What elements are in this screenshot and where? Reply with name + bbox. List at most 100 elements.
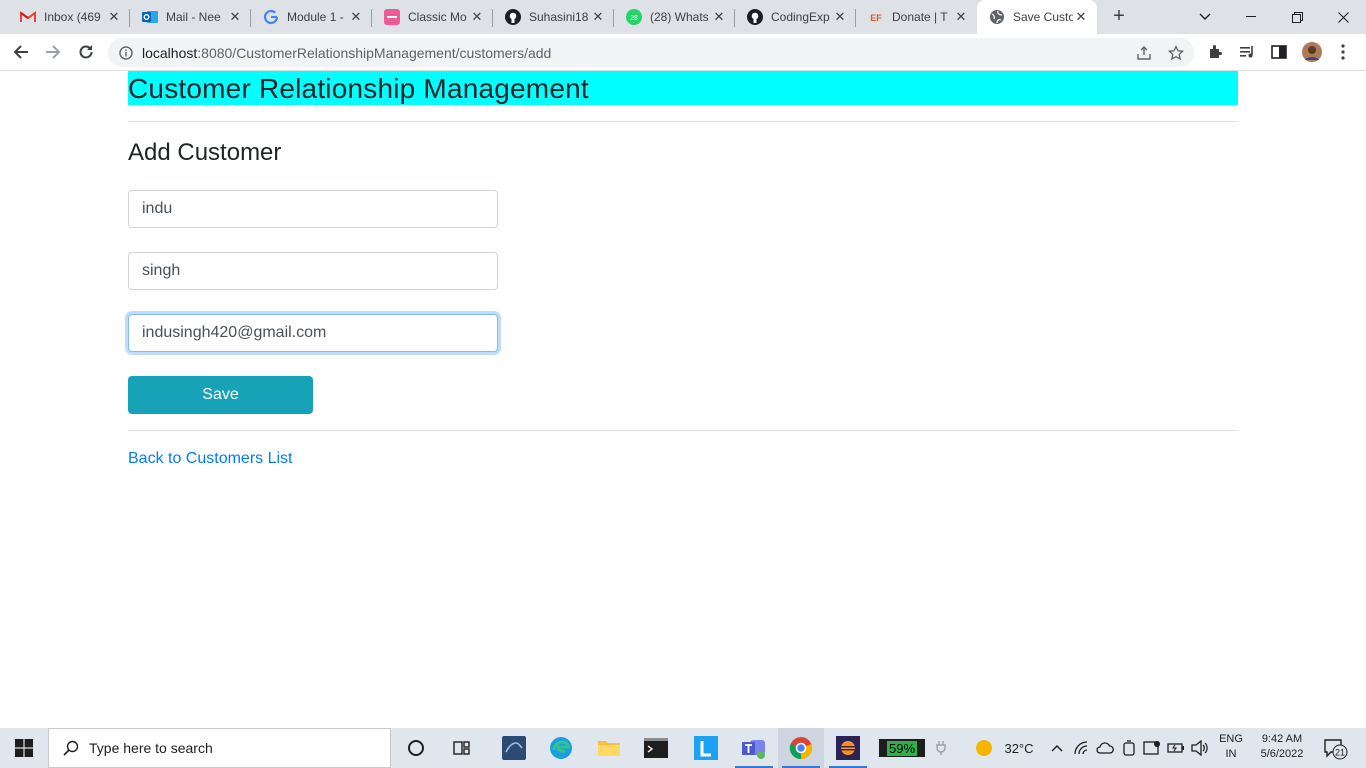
close-icon[interactable]: ✕ <box>106 9 122 25</box>
save-button[interactable]: Save <box>128 376 313 414</box>
forward-button[interactable] <box>40 39 66 65</box>
browser-toolbar: localhost:8080/CustomerRelationshipManag… <box>0 34 1366 71</box>
volume-icon[interactable] <box>1191 739 1209 757</box>
minimize-icon <box>1246 16 1256 17</box>
search-icon <box>61 738 81 758</box>
extensions-icon[interactable] <box>1206 42 1226 62</box>
notification-center-button[interactable]: 21 <box>1318 736 1350 762</box>
info-icon[interactable] <box>119 45 133 60</box>
media-control-icon[interactable] <box>1237 42 1257 62</box>
minimize-button[interactable] <box>1228 0 1274 34</box>
windows-logo-icon <box>15 739 33 757</box>
close-window-button[interactable] <box>1320 0 1366 34</box>
google-icon <box>263 9 279 25</box>
bookmark-star-icon[interactable] <box>1167 44 1185 62</box>
new-tab-button[interactable]: + <box>1107 5 1131 29</box>
taskbar-search-box[interactable]: Type here to search <box>48 728 391 768</box>
tab-outlook[interactable]: Mail - Nee ✕ <box>130 0 251 34</box>
tab-gmail[interactable]: Inbox (469 ✕ <box>8 0 130 34</box>
cloud-icon[interactable] <box>1096 739 1114 757</box>
battery-tray-icon[interactable] <box>1167 739 1185 757</box>
last-name-field[interactable] <box>128 252 498 290</box>
tab-title: Suhasini18 <box>529 10 589 24</box>
chevron-up-icon[interactable] <box>1048 739 1066 757</box>
restore-button[interactable] <box>1274 0 1320 34</box>
tab-title: Mail - Nee <box>166 10 221 24</box>
gmail-icon <box>20 9 36 25</box>
tab-whatsapp[interactable]: 28 (28) Whats ✕ <box>614 0 735 34</box>
close-icon[interactable]: ✕ <box>590 9 606 25</box>
security-icon[interactable] <box>1143 739 1161 757</box>
temperature-text[interactable]: 32°C <box>1001 728 1037 768</box>
close-icon[interactable]: ✕ <box>469 9 485 25</box>
file-explorer-app[interactable] <box>586 728 632 768</box>
back-to-customers-link[interactable]: Back to Customers List <box>128 450 293 468</box>
device-icon[interactable] <box>1120 739 1138 757</box>
url-path: :8080/CustomerRelationshipManagement/cus… <box>197 44 552 61</box>
tab-search-button[interactable] <box>1182 0 1228 34</box>
avatar[interactable] <box>1302 42 1322 62</box>
eclipse-app[interactable] <box>825 728 871 768</box>
menu-kebab-icon[interactable] <box>1333 42 1353 62</box>
weather-sun-icon[interactable] <box>975 739 993 757</box>
launcher-app[interactable] <box>683 728 729 768</box>
teams-icon <box>742 740 765 759</box>
share-icon[interactable] <box>1135 44 1153 62</box>
tab-title: Module 1 - <box>287 10 344 24</box>
task-view-button[interactable] <box>440 728 486 768</box>
edge-app[interactable] <box>538 728 584 768</box>
start-button[interactable] <box>0 728 48 768</box>
folder-icon <box>598 741 620 756</box>
region-code: IN <box>1225 748 1237 760</box>
arrow-left-icon <box>13 45 28 59</box>
email-field[interactable] <box>128 314 498 352</box>
chrome-icon <box>789 737 813 760</box>
back-button[interactable] <box>8 39 34 65</box>
tab-donate[interactable]: EF Donate | T ✕ <box>856 0 977 34</box>
search-placeholder: Type here to search <box>89 740 213 756</box>
notification-count: 21 <box>1335 748 1345 758</box>
close-icon[interactable]: ✕ <box>953 9 969 25</box>
ef-badge: EF <box>870 13 882 23</box>
cortana-button[interactable] <box>393 728 439 768</box>
teams-app[interactable] <box>731 728 777 768</box>
close-icon[interactable]: ✕ <box>348 9 364 25</box>
task-view-icon <box>453 741 470 755</box>
close-icon[interactable]: ✕ <box>227 9 243 25</box>
reload-button[interactable] <box>73 39 99 65</box>
battery-indicator[interactable]: 59% <box>879 739 925 757</box>
clock[interactable]: 9:42 AM 5/6/2022 <box>1252 732 1312 762</box>
clock-date: 5/6/2022 <box>1260 748 1304 760</box>
tab-title: Donate | T <box>892 10 948 24</box>
chrome-app[interactable] <box>778 728 824 768</box>
reload-icon <box>79 45 93 59</box>
language-indicator[interactable]: ENG IN <box>1216 732 1246 762</box>
tab-title: Save Custo <box>1013 10 1073 24</box>
terminal-app[interactable] <box>633 728 679 768</box>
close-icon[interactable]: ✕ <box>1073 9 1089 25</box>
classic-models-icon <box>384 9 400 25</box>
tab-github-suhasini[interactable]: Suhasini18 ✕ <box>493 0 614 34</box>
close-icon[interactable]: ✕ <box>711 9 727 25</box>
tab-github-codingexp[interactable]: CodingExp ✕ <box>735 0 856 34</box>
address-bar[interactable]: localhost:8080/CustomerRelationshipManag… <box>108 38 1194 67</box>
mysql-workbench-icon <box>502 736 526 760</box>
tab-title: CodingExp <box>771 10 830 24</box>
terminal-icon <box>644 738 668 758</box>
first-name-field[interactable] <box>128 190 498 228</box>
eclipse-icon <box>836 736 860 760</box>
side-panel-icon[interactable] <box>1269 42 1289 62</box>
divider <box>128 121 1238 122</box>
l-app-icon <box>694 736 718 760</box>
wifi-icon[interactable] <box>1073 739 1091 757</box>
url-host: localhost <box>142 44 198 61</box>
close-icon[interactable]: ✕ <box>832 9 848 25</box>
github-icon <box>747 9 763 25</box>
language-code: ENG <box>1219 733 1243 745</box>
tab-google[interactable]: Module 1 - ✕ <box>251 0 372 34</box>
mysql-workbench-app[interactable] <box>491 728 537 768</box>
divider <box>128 430 1238 431</box>
tab-save-customer[interactable]: Save Custo ✕ <box>977 0 1097 34</box>
tab-classic-models[interactable]: Classic Mo ✕ <box>372 0 493 34</box>
ef-icon: EF <box>868 9 884 25</box>
